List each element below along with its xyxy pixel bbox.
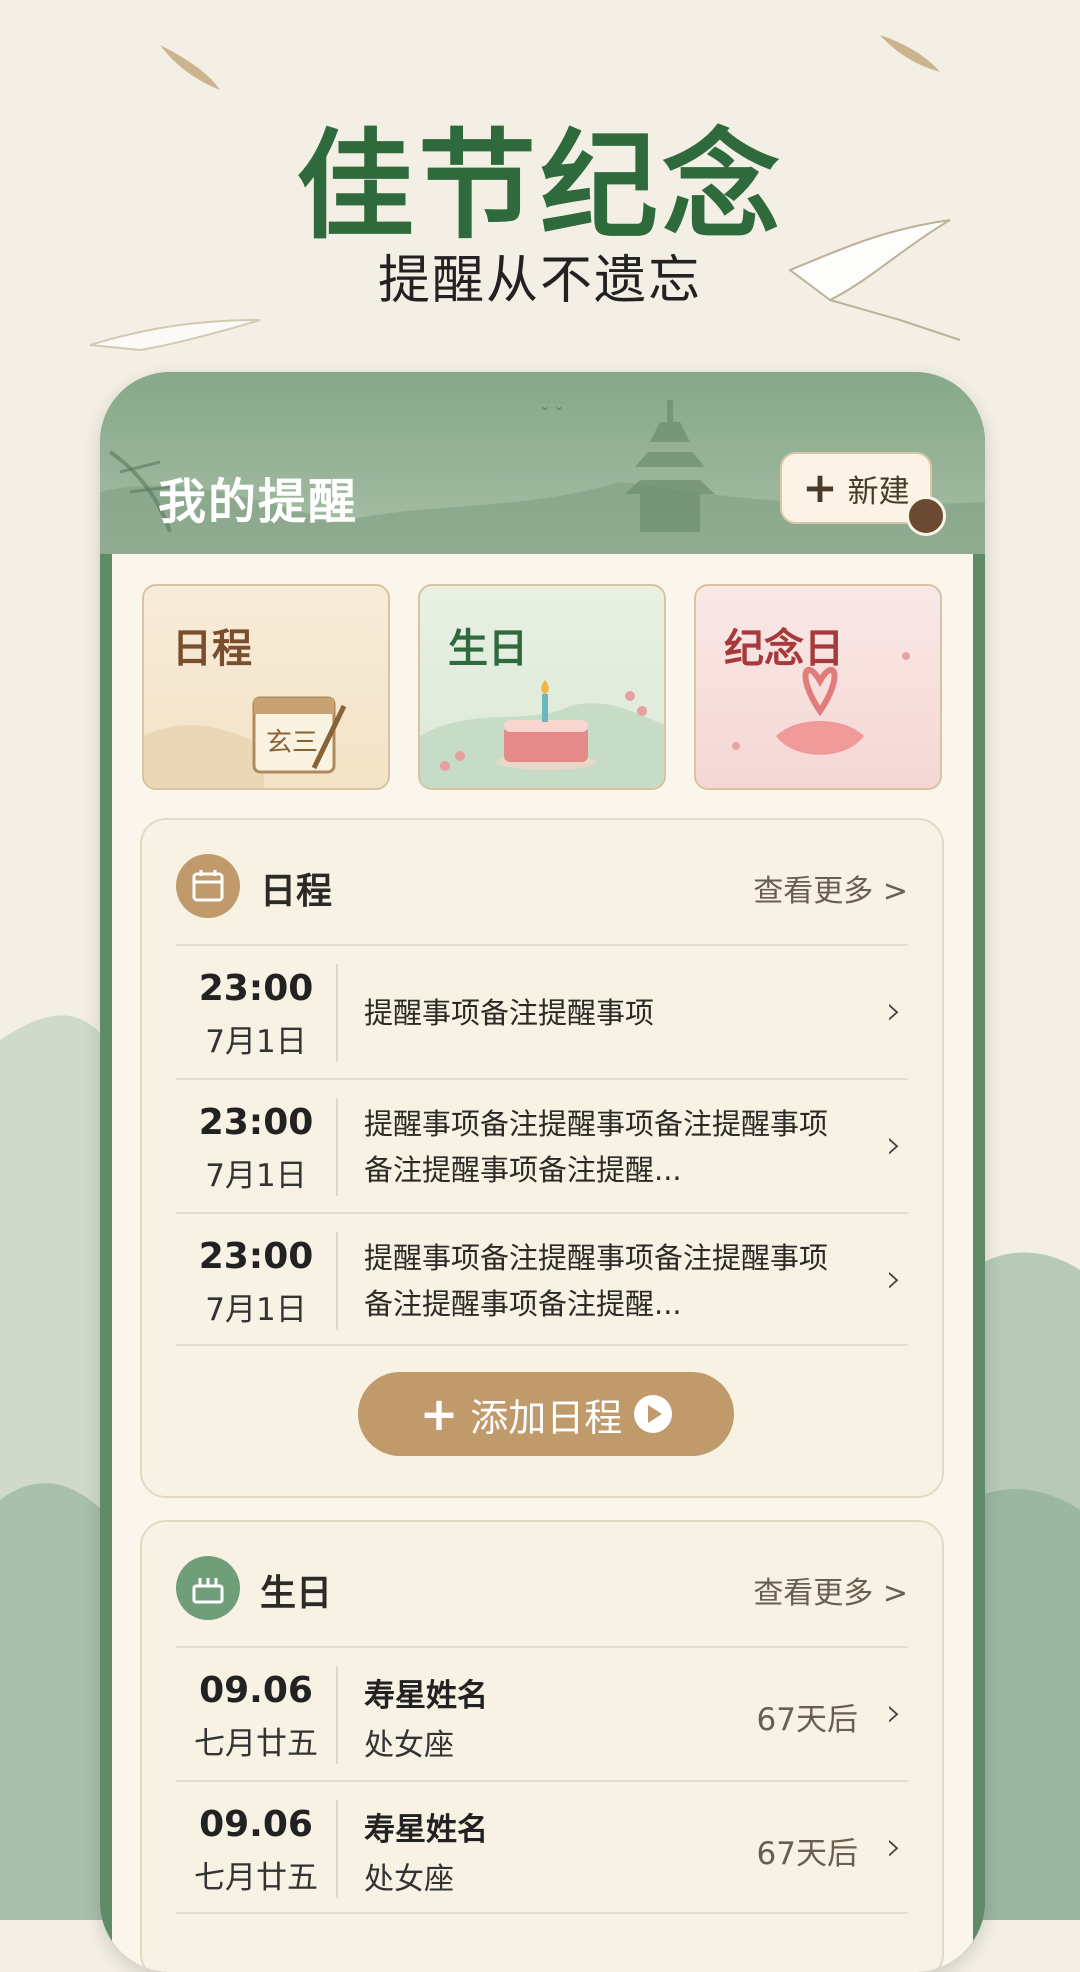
birthday-section: 生日 查看更多 > 09.06 七月廿五 寿星姓名 处女座 67天后 › 09.… [140, 1520, 944, 1972]
chevron-right-icon: › [886, 988, 902, 1034]
leaf-icon [880, 35, 940, 72]
schedule-section: 日程 查看更多 > 23:00 7月1日 提醒事项备注提醒事项 › 23:00 … [140, 818, 944, 1498]
schedule-note: 提醒事项备注提醒事项备注提醒事项备注提醒事项备注提醒... [364, 1107, 829, 1187]
new-button[interactable]: + 新建 [780, 452, 946, 536]
birthday-date: 09.06 [199, 1804, 313, 1845]
page-title: 我的提醒 [158, 474, 359, 530]
chevron-right-icon: › [886, 1690, 902, 1736]
divider [336, 964, 338, 1062]
birthday-date: 09.06 [199, 1670, 313, 1711]
svg-text:⌄ ⌄: ⌄ ⌄ [540, 399, 564, 413]
countdown: 67天后 [756, 1836, 858, 1872]
schedule-time: 23:00 [198, 968, 314, 1009]
new-button-label: 新建 [847, 473, 910, 510]
section-title: 日程 [260, 871, 333, 912]
add-schedule-button[interactable]: + 添加日程 [358, 1372, 734, 1456]
app-header: ⌄ ⌄ 我的提醒 + 新建 [100, 372, 985, 554]
play-icon [634, 1395, 673, 1433]
divider [336, 1098, 338, 1196]
birthday-lunar-date: 七月廿五 [194, 1860, 318, 1896]
add-schedule-label: 添加日程 [470, 1395, 623, 1440]
schedule-row[interactable]: 23:00 7月1日 提醒事项备注提醒事项 › [176, 944, 908, 1078]
divider [336, 1800, 338, 1898]
birthday-row[interactable]: 09.06 七月廿五 寿星姓名 处女座 67天后 › [176, 1646, 908, 1780]
schedule-date: 7月1日 [205, 1024, 307, 1060]
phone-frame: ⌄ ⌄ 我的提醒 + 新建 玄三 日程 生日 纪念日 日程 查看更多 > 23:… [100, 372, 985, 1972]
category-label: 纪念日 [724, 625, 844, 672]
countdown: 67天后 [756, 1702, 858, 1738]
chevron-right-icon: › [886, 1122, 902, 1168]
category-label: 日程 [172, 625, 252, 672]
hero-subtitle: 提醒从不遗忘 [377, 251, 702, 311]
chevron-right-icon: › [886, 1824, 902, 1870]
hero-title: 佳节纪念 [295, 116, 784, 255]
view-more-link[interactable]: 查看更多 > [753, 1568, 908, 1612]
schedule-time: 23:00 [198, 1102, 314, 1143]
svg-text:玄三: 玄三 [266, 728, 318, 758]
schedule-note: 提醒事项备注提醒事项备注提醒事项备注提醒事项备注提醒... [364, 1241, 829, 1321]
view-more-link[interactable]: 查看更多 > [753, 866, 908, 910]
schedule-row[interactable]: 23:00 7月1日 提醒事项备注提醒事项备注提醒事项备注提醒事项备注提醒...… [176, 1078, 908, 1212]
birthday-name: 寿星姓名 [364, 1678, 488, 1714]
schedule-row[interactable]: 23:00 7月1日 提醒事项备注提醒事项备注提醒事项备注提醒事项备注提醒...… [176, 1212, 908, 1346]
plus-icon: + [419, 1387, 459, 1441]
schedule-note: 提醒事项备注提醒事项 [364, 996, 655, 1030]
plus-icon: + [802, 463, 838, 512]
divider [336, 1666, 338, 1764]
birthday-name: 寿星姓名 [364, 1812, 488, 1848]
calendar-icon [176, 854, 240, 918]
crane-icon [89, 319, 261, 352]
zodiac-sign: 处女座 [364, 1728, 454, 1763]
schedule-date: 7月1日 [205, 1158, 307, 1194]
content-area: 玄三 日程 生日 纪念日 日程 查看更多 > 23:00 7月1日 提醒事项备注… [112, 554, 973, 1972]
play-icon [906, 496, 946, 536]
section-title: 生日 [260, 1573, 333, 1614]
category-label: 生日 [448, 625, 528, 672]
zodiac-sign: 处女座 [364, 1862, 454, 1897]
category-card-schedule[interactable]: 玄三 日程 [142, 584, 390, 790]
category-card-birthday[interactable]: 生日 [418, 584, 666, 790]
schedule-date: 7月1日 [205, 1292, 307, 1328]
category-card-anniversary[interactable]: 纪念日 [694, 584, 942, 790]
chevron-right-icon: › [886, 1256, 902, 1302]
birthday-row[interactable]: 09.06 七月廿五 寿星姓名 处女座 67天后 › [176, 1780, 908, 1914]
cake-icon [176, 1556, 240, 1620]
schedule-time: 23:00 [198, 1236, 314, 1277]
birthday-lunar-date: 七月廿五 [194, 1726, 318, 1762]
leaf-icon [160, 45, 220, 90]
divider [336, 1232, 338, 1330]
